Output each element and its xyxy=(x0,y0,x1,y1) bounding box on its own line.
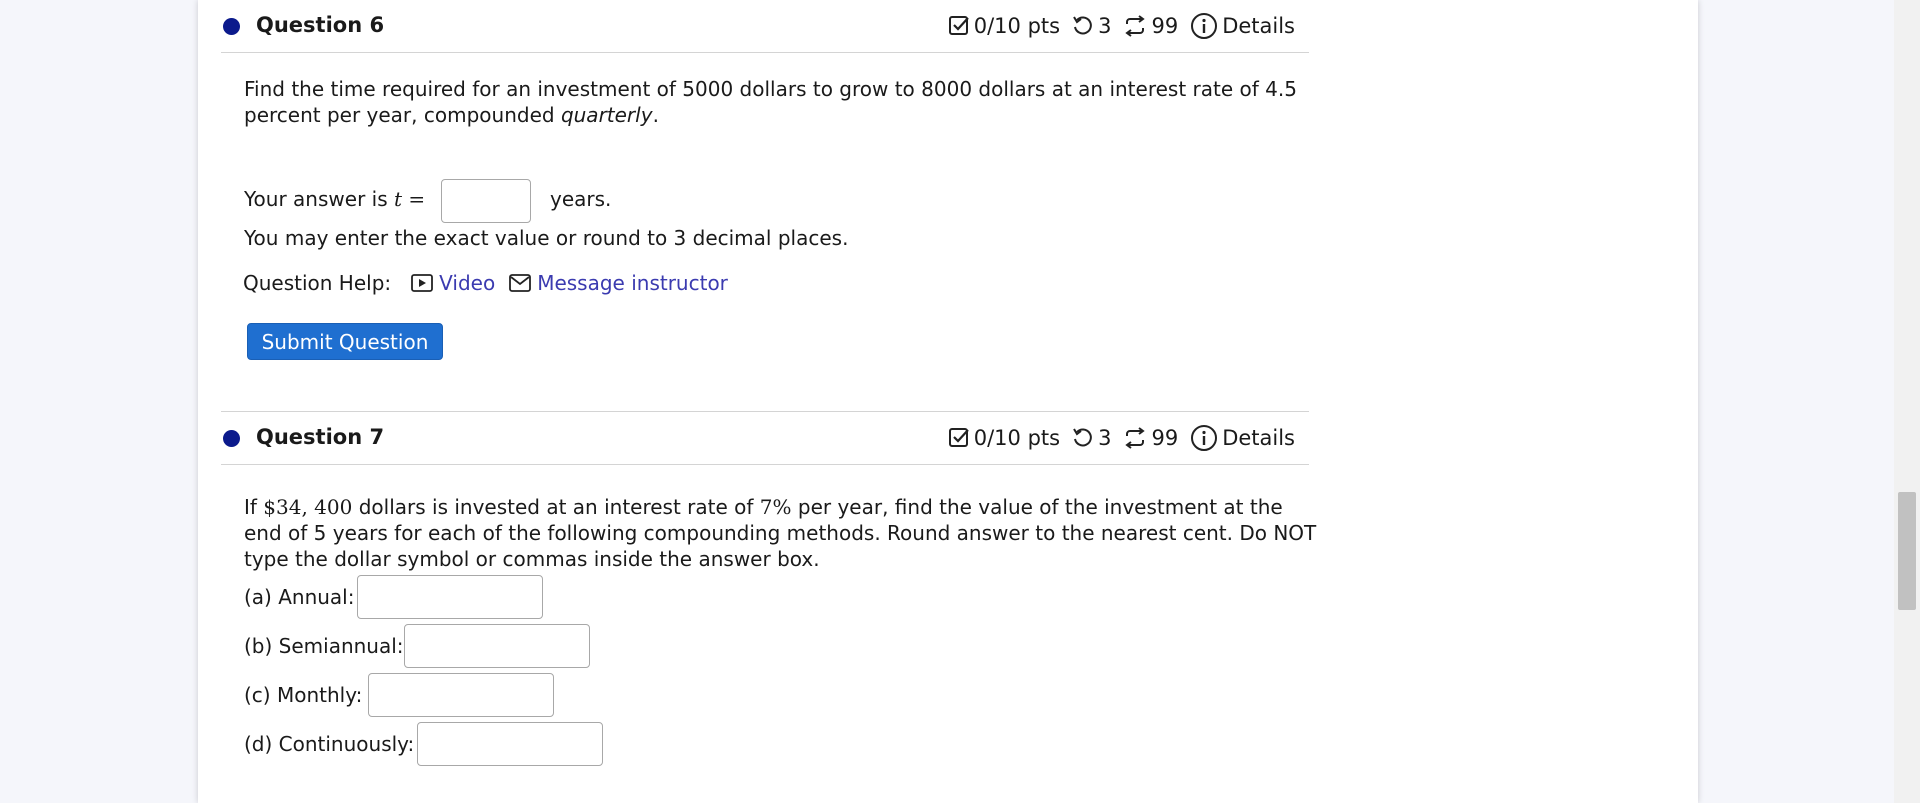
retry-icon xyxy=(1072,427,1094,449)
scrollbar[interactable] xyxy=(1894,0,1920,803)
attempts-count: 99 xyxy=(1151,14,1179,38)
answer-label: Your answer is t = xyxy=(244,187,426,211)
question-status-dot xyxy=(223,430,240,447)
semiannual-answer-input[interactable] xyxy=(404,624,590,668)
info-icon[interactable] xyxy=(1190,424,1218,452)
points-text: 0/10 pts xyxy=(973,426,1061,450)
continuously-answer-input[interactable] xyxy=(417,722,603,766)
question-6-header: Question 6 0/10 pts 3 99 Details xyxy=(221,0,1309,53)
retries-count: 3 xyxy=(1098,426,1112,450)
checkbox-icon xyxy=(948,427,970,449)
info-icon[interactable] xyxy=(1190,12,1218,40)
mail-icon xyxy=(509,274,532,292)
retries-count: 3 xyxy=(1098,14,1112,38)
answer-hint: You may enter the exact value or round t… xyxy=(244,226,849,250)
annual-answer-input[interactable] xyxy=(357,575,543,619)
attempts-icon xyxy=(1123,15,1147,37)
question-7-prompt: If $34, 400 dollars is invested at an in… xyxy=(244,494,1316,572)
video-icon xyxy=(411,274,434,292)
prompt-line: percent per year, compounded quarterly. xyxy=(244,103,659,127)
checkbox-icon xyxy=(948,15,970,37)
part-d-label: (d) Continuously: xyxy=(244,732,415,756)
attempts-count: 99 xyxy=(1151,426,1179,450)
retry-icon xyxy=(1072,15,1094,37)
question-title: Question 7 xyxy=(256,425,385,449)
video-link[interactable]: Video xyxy=(411,270,495,296)
monthly-answer-input[interactable] xyxy=(368,673,554,717)
question-7-header: Question 7 0/10 pts 3 99 Details xyxy=(221,411,1309,465)
question-meta: 0/10 pts 3 99 Details xyxy=(948,424,1295,452)
prompt-line: end of 5 years for each of the following… xyxy=(244,521,1317,545)
question-meta: 0/10 pts 3 99 Details xyxy=(948,12,1295,40)
scrollbar-thumb[interactable] xyxy=(1898,492,1916,610)
submit-question-button[interactable]: Submit Question xyxy=(247,323,443,360)
answer-input-t[interactable] xyxy=(441,179,531,223)
details-link[interactable]: Details xyxy=(1222,426,1295,450)
question-status-dot xyxy=(223,18,240,35)
points-text: 0/10 pts xyxy=(973,14,1061,38)
part-b-label: (b) Semiannual: xyxy=(244,634,404,658)
part-a-label: (a) Annual: xyxy=(244,585,355,609)
prompt-line: Find the time required for an investment… xyxy=(244,77,1297,101)
part-c-label: (c) Monthly: xyxy=(244,683,363,707)
prompt-line: type the dollar symbol or commas inside … xyxy=(244,547,820,571)
prompt-line: If $34, 400 dollars is invested at an in… xyxy=(244,495,1283,519)
question-title: Question 6 xyxy=(256,13,385,37)
question-help-label: Question Help: xyxy=(243,271,392,295)
attempts-icon xyxy=(1123,427,1147,449)
answer-unit: years. xyxy=(550,187,612,211)
details-link[interactable]: Details xyxy=(1222,14,1295,38)
message-instructor-link[interactable]: Message instructor xyxy=(509,270,728,296)
question-6-prompt: Find the time required for an investment… xyxy=(244,76,1297,128)
question-help: Question Help: Video Message instructor xyxy=(243,270,728,296)
